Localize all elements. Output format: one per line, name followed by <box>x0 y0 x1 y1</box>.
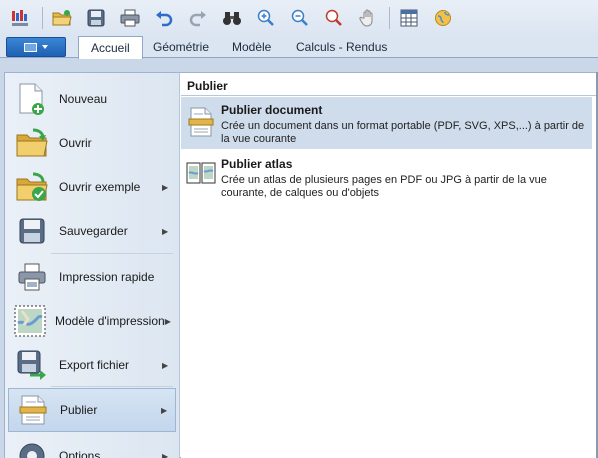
menu-item-sauvegarder[interactable]: Sauvegarder ▶ <box>8 209 176 253</box>
entry-publier-document[interactable]: Publier document Crée un document dans u… <box>181 97 592 149</box>
publish-icon <box>15 392 51 428</box>
menu-item-ouvrir-exemple[interactable]: Ouvrir exemple ▶ <box>8 165 176 209</box>
ribbon-tab-bar: Accueil Géométrie Modèle Calculs - Rendu… <box>0 36 598 59</box>
tab-accueil[interactable]: Accueil <box>78 36 143 59</box>
zoom-out-icon[interactable] <box>287 5 313 31</box>
menu-left-pane: Nouveau Ouvrir Ouvrir exemple ▶ Sauvegar… <box>5 73 180 458</box>
print-template-icon <box>14 303 46 339</box>
menu-item-label: Export fichier <box>59 358 130 372</box>
submenu-arrow-icon: ▶ <box>161 405 168 415</box>
open-folder-icon[interactable] <box>49 5 75 31</box>
menu-item-nouveau[interactable]: Nouveau <box>8 77 176 121</box>
print-icon[interactable] <box>117 5 143 31</box>
menu-item-export-fichier[interactable]: Export fichier ▶ <box>8 343 176 387</box>
entry-description: Crée un document dans un format portable… <box>221 120 585 132</box>
entry-title: Publier atlas <box>221 157 293 171</box>
zoom-in-icon[interactable] <box>253 5 279 31</box>
entry-title: Publier document <box>221 103 323 117</box>
submenu-arrow-icon: ▶ <box>162 451 169 458</box>
pan-hand-icon[interactable] <box>355 5 381 31</box>
menu-item-label: Ouvrir <box>59 136 92 150</box>
menu-item-modele-impression[interactable]: Modèle d'impression ▶ <box>8 299 176 343</box>
save-icon <box>14 213 50 249</box>
zoom-area-icon[interactable] <box>321 5 347 31</box>
application-menu-button[interactable] <box>6 37 66 57</box>
menu-item-label: Publier <box>60 403 98 417</box>
entry-description: la vue courante <box>221 133 297 145</box>
menu-item-label: Modèle d'impression <box>55 314 165 328</box>
redo-icon[interactable] <box>185 5 211 31</box>
binoculars-icon[interactable] <box>219 5 245 31</box>
menu-item-publier[interactable]: Publier ▶ <box>8 388 176 432</box>
quick-access-toolbar <box>0 0 598 36</box>
publish-document-icon <box>181 97 221 149</box>
application-menu: Nouveau Ouvrir Ouvrir exemple ▶ Sauvegar… <box>4 72 598 458</box>
menu-item-label: Ouvrir exemple <box>59 180 141 194</box>
chevron-down-icon <box>42 45 48 49</box>
submenu-arrow-icon: ▶ <box>162 360 169 370</box>
menu-item-label: Nouveau <box>59 92 108 106</box>
tab-geometrie[interactable]: Géométrie <box>141 36 221 58</box>
entry-description: courante, de calques ou d'objets <box>221 187 380 199</box>
menu-item-label: Sauvegarder <box>59 224 128 238</box>
panel-divider <box>181 95 597 96</box>
document-icon <box>24 42 37 52</box>
menu-item-label: Impression rapide <box>59 270 155 284</box>
entry-description: Crée un atlas de plusieurs pages en PDF … <box>221 174 547 186</box>
publish-atlas-icon <box>181 151 221 203</box>
options-gear-icon <box>14 438 50 458</box>
toolbar-separator <box>42 7 43 29</box>
table-icon[interactable] <box>396 5 422 31</box>
export-file-icon <box>14 347 50 383</box>
menu-separator <box>51 253 173 254</box>
panel-title: Publier <box>187 79 228 93</box>
tab-calculs-rendus[interactable]: Calculs - Rendus <box>284 36 399 58</box>
entry-publier-atlas[interactable]: Publier atlas Crée un atlas de plusieurs… <box>181 151 592 203</box>
globe-icon[interactable] <box>430 5 456 31</box>
menu-item-label: Options <box>59 449 101 458</box>
submenu-arrow-icon: ▶ <box>162 226 169 236</box>
submenu-arrow-icon: ▶ <box>164 316 171 326</box>
open-folder-icon <box>14 125 50 161</box>
submenu-arrow-icon: ▶ <box>162 182 169 192</box>
menu-item-ouvrir[interactable]: Ouvrir <box>8 121 176 165</box>
submenu-panel: Publier Publier document Crée un documen… <box>181 73 597 458</box>
menu-separator <box>51 386 173 387</box>
new-document-icon <box>14 81 50 117</box>
menu-item-impression-rapide[interactable]: Impression rapide <box>8 255 176 299</box>
save-icon[interactable] <box>83 5 109 31</box>
open-example-icon <box>14 169 50 205</box>
menu-item-options[interactable]: Options ▶ <box>8 434 176 458</box>
tab-modele[interactable]: Modèle <box>220 36 283 58</box>
print-icon <box>14 259 50 295</box>
app-logo-icon <box>8 5 34 31</box>
toolbar-separator <box>389 7 390 29</box>
undo-icon[interactable] <box>151 5 177 31</box>
